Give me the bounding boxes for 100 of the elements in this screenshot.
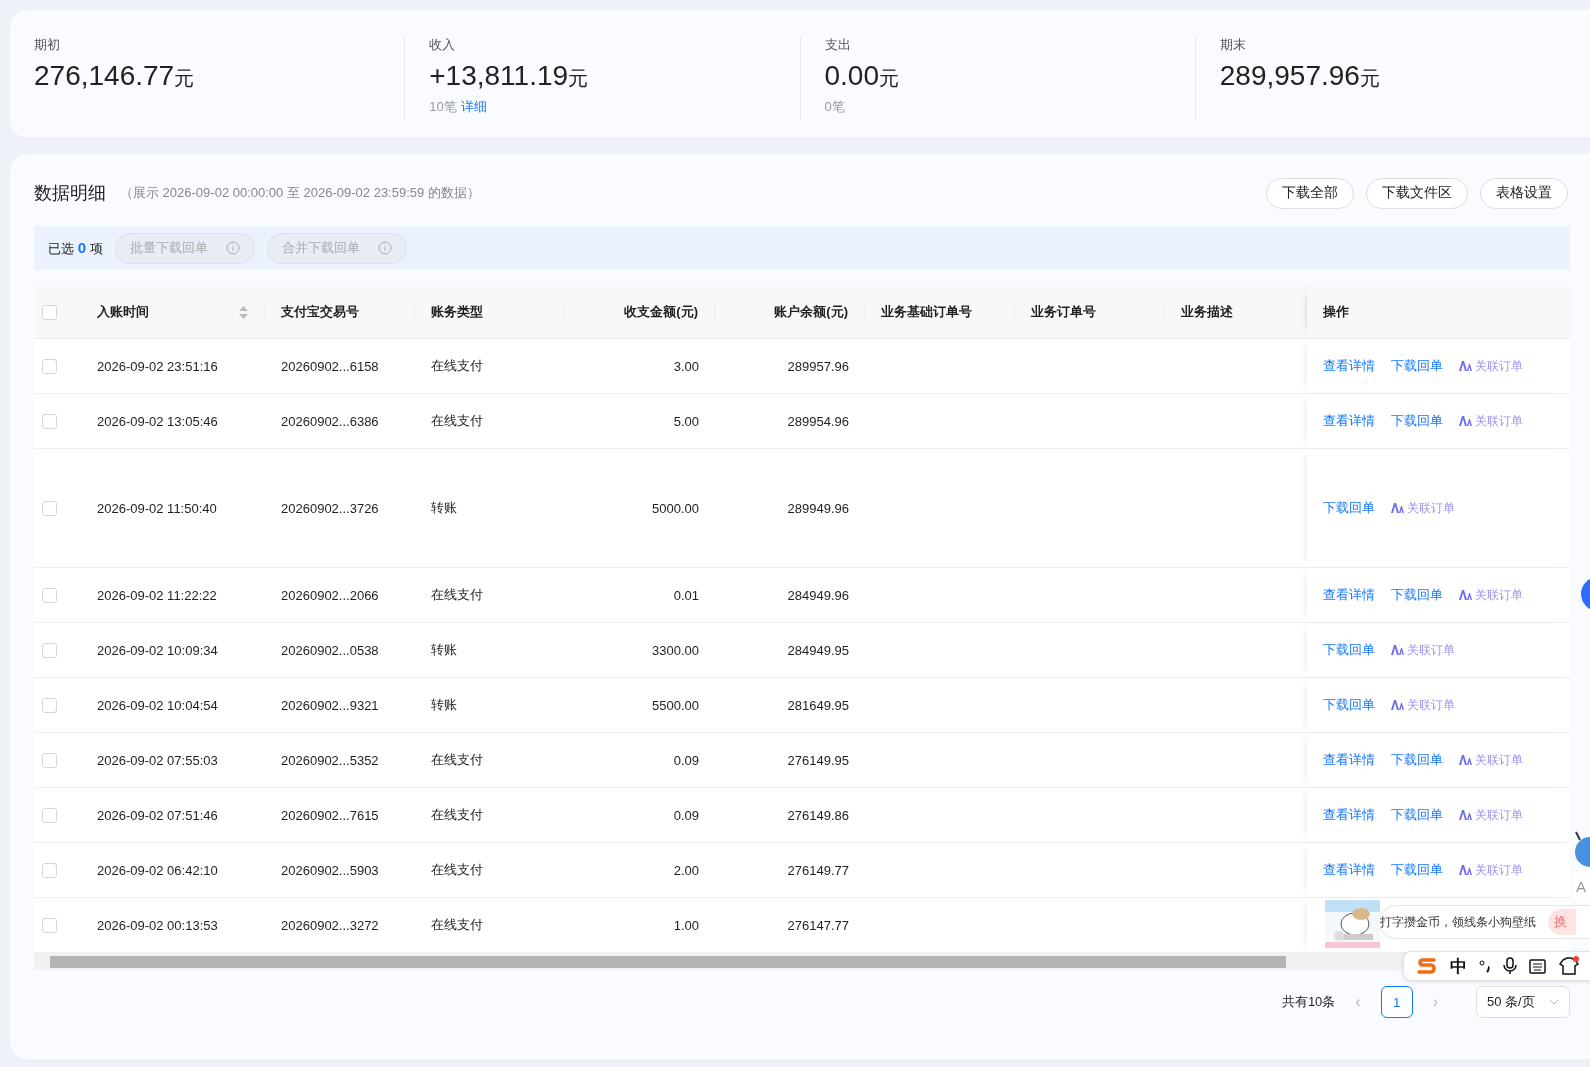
total-count: 共有10条	[1281, 993, 1336, 1011]
page-button[interactable]: 1	[1380, 986, 1413, 1018]
action-link[interactable]: 查看详情	[1323, 357, 1375, 375]
shirt-icon[interactable]	[1558, 956, 1580, 976]
table-cell: 20260902...2066	[281, 587, 379, 603]
table-cell: 0.09	[673, 807, 699, 823]
row-checkbox[interactable]	[42, 917, 57, 933]
action-link[interactable]: 查看详情	[1323, 412, 1375, 430]
link-order-link[interactable]: 关联订单	[1391, 696, 1455, 714]
table-cell: 5500.00	[652, 697, 699, 713]
table-cell: 20260902...6158	[281, 358, 379, 374]
action-link[interactable]: 下载回单	[1391, 806, 1443, 824]
table-cell: 2026-09-02 13:05:46	[97, 413, 218, 429]
column-header: 账户余额(元)	[774, 303, 848, 321]
row-checkbox[interactable]	[42, 697, 57, 713]
table-cell: 276149.95	[787, 752, 849, 768]
punctuation-icon[interactable]	[1479, 959, 1491, 973]
summary-label: 期初	[34, 36, 61, 54]
link-order-link[interactable]: 关联订单	[1391, 641, 1455, 659]
link-order-link[interactable]: 关联订单	[1459, 586, 1523, 604]
link-order-link[interactable]: 关联订单	[1459, 751, 1523, 769]
swap-button[interactable]: 换	[1548, 909, 1576, 935]
table-cell: 0.09	[673, 752, 699, 768]
keyboard-icon[interactable]	[1529, 958, 1546, 974]
input-mode[interactable]: 中	[1450, 954, 1467, 978]
row-checkbox[interactable]	[42, 587, 57, 603]
action-link[interactable]: 下载回单	[1391, 751, 1443, 769]
table-cell: 在线支付	[431, 751, 483, 769]
table-cell: 转账	[431, 641, 457, 659]
table-cell: 20260902...9321	[281, 697, 379, 713]
column-header: 账务类型	[431, 303, 483, 321]
table-cell: 2026-09-02 07:55:03	[97, 752, 218, 768]
table-cell: 2026-09-02 10:04:54	[97, 697, 218, 713]
toolbar-button[interactable]: 表格设置	[1480, 177, 1568, 209]
section-title: 数据明细	[34, 182, 106, 205]
promo-text: 打字攒金币，领线条小狗壁纸	[1380, 913, 1536, 931]
action-link[interactable]: 查看详情	[1323, 861, 1375, 879]
toolbar-button[interactable]: 下载文件区	[1366, 177, 1468, 209]
row-checkbox[interactable]	[42, 862, 57, 878]
action-link[interactable]: 下载回单	[1323, 641, 1375, 659]
action-link[interactable]: 下载回单	[1391, 586, 1443, 604]
scrollbar-thumb[interactable]	[50, 955, 1286, 968]
row-checkbox[interactable]	[42, 807, 57, 823]
row-checkbox[interactable]	[42, 642, 57, 658]
ai-icon	[1459, 755, 1472, 765]
action-link[interactable]: 查看详情	[1323, 751, 1375, 769]
column-header: 业务描述	[1181, 303, 1233, 321]
table-cell: 20260902...5903	[281, 862, 379, 878]
summary-label: 支出	[824, 36, 852, 54]
table-cell: 转账	[431, 696, 457, 714]
table-cell: 276149.86	[787, 807, 849, 823]
action-link[interactable]: 查看详情	[1323, 806, 1375, 824]
link-order-link[interactable]: 关联订单	[1459, 357, 1523, 375]
action-link[interactable]: 下载回单	[1391, 412, 1443, 430]
action-link[interactable]: 下载回单	[1391, 861, 1443, 879]
table-cell: 在线支付	[431, 916, 483, 934]
logo-icon[interactable]	[1416, 957, 1438, 975]
link-order-link[interactable]: 关联订单	[1459, 412, 1523, 430]
action-link[interactable]: 下载回单	[1323, 696, 1375, 714]
selection-count: 已选 0 项	[48, 238, 103, 258]
table-cell: 20260902...3272	[281, 917, 379, 933]
table-cell: 20260902...3726	[281, 500, 379, 516]
page-size-select[interactable]: 50 条/页	[1476, 986, 1570, 1018]
select-all-checkbox[interactable]	[42, 304, 57, 320]
toolbar-button[interactable]: 下载全部	[1266, 177, 1354, 209]
table-cell: 284949.95	[787, 642, 849, 658]
action-link[interactable]: 下载回单	[1391, 357, 1443, 375]
table-cell: 2026-09-02 11:22:22	[97, 587, 217, 603]
table-cell: 3.00	[673, 358, 699, 374]
table-cell: 1.00	[673, 917, 699, 933]
table-cell: 5.00	[673, 413, 699, 429]
table-cell: 289957.96	[787, 358, 849, 374]
row-checkbox[interactable]	[42, 358, 57, 374]
detail-link[interactable]: 详细	[460, 98, 487, 116]
row-checkbox[interactable]	[42, 500, 57, 516]
table-cell: 289954.96	[787, 413, 849, 429]
summary-amount: 289,957.96元	[1219, 60, 1381, 92]
action-link[interactable]: 下载回单	[1323, 499, 1375, 517]
transaction-count: 10笔	[429, 98, 457, 116]
table-cell: 2.00	[673, 862, 699, 878]
link-order-link[interactable]: 关联订单	[1459, 861, 1523, 879]
link-order-link[interactable]: 关联订单	[1459, 806, 1523, 824]
sort-icon[interactable]	[239, 305, 248, 319]
robot-icon[interactable]	[1572, 830, 1590, 868]
assistant-icon[interactable]	[1580, 576, 1590, 612]
table-cell: 289949.96	[787, 500, 849, 516]
microphone-icon[interactable]	[1503, 957, 1517, 975]
side-panel[interactable]: A	[1572, 870, 1590, 903]
link-order-link[interactable]: 关联订单	[1391, 499, 1455, 517]
table-cell: 2026-09-02 10:09:34	[97, 642, 218, 658]
table-cell: 0.01	[673, 587, 699, 603]
summary-amount: +13,811.19元	[429, 60, 590, 92]
transaction-count: 0笔	[824, 98, 845, 116]
action-link[interactable]: 查看详情	[1323, 586, 1375, 604]
table-cell: 在线支付	[431, 586, 483, 604]
table-cell: 在线支付	[431, 412, 483, 430]
column-header: 支付宝交易号	[281, 303, 359, 321]
row-checkbox[interactable]	[42, 752, 57, 768]
row-checkbox[interactable]	[42, 413, 57, 429]
table-cell: 5000.00	[652, 500, 699, 516]
